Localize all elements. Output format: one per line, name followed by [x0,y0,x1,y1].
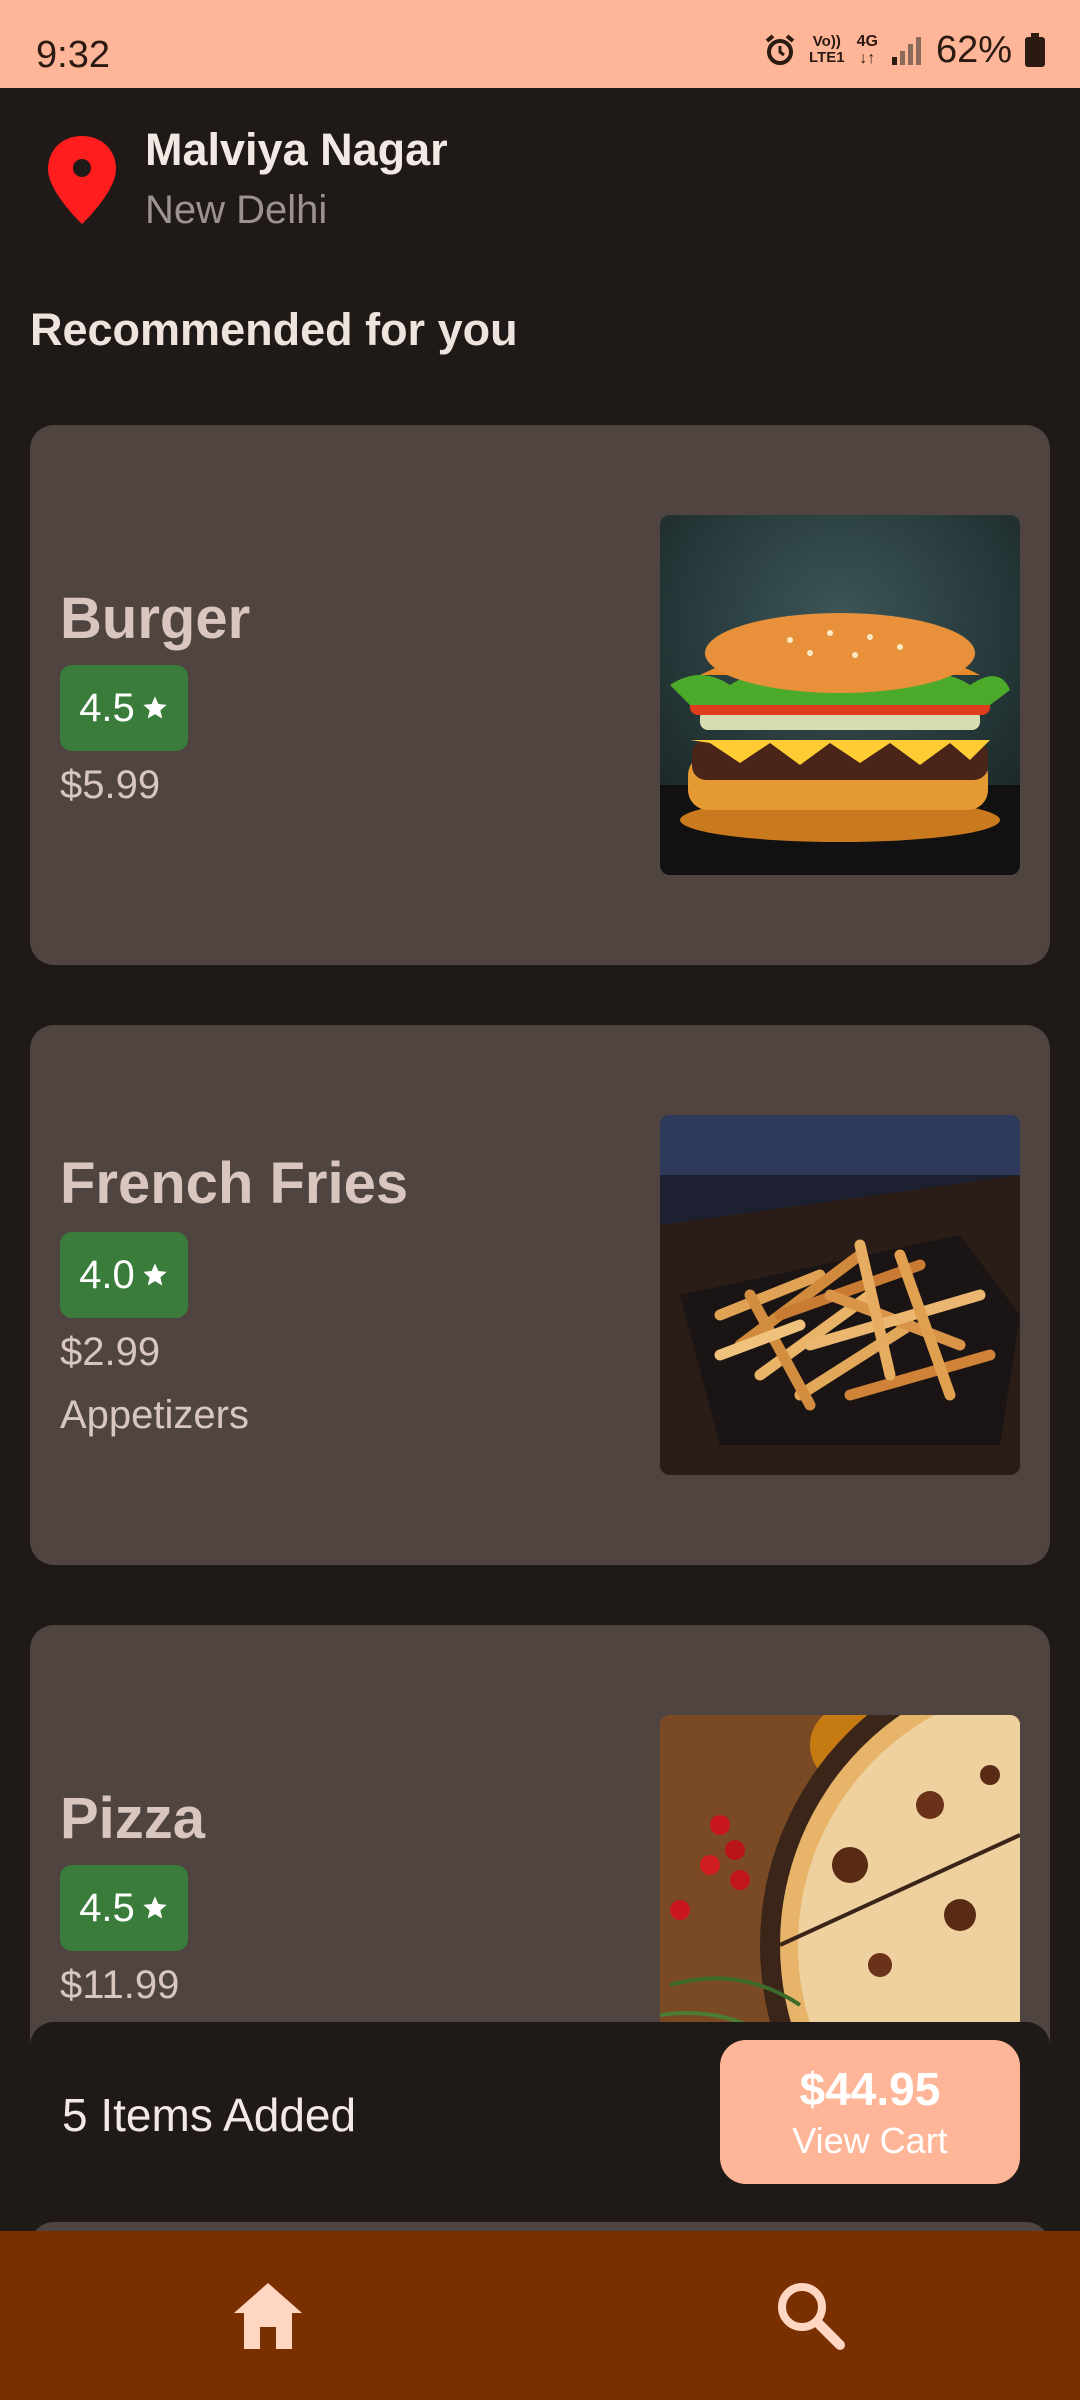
rating-badge: 4.0 [60,1232,188,1318]
bottom-nav [0,2231,1080,2400]
cart-items-count: 5 Items Added [62,2089,357,2141]
item-price: $2.99 [60,1330,161,1374]
home-icon[interactable] [230,2279,306,2351]
view-cart-label: View Cart [792,2120,948,2161]
rating-badge: 4.5 [60,1865,188,1951]
rating-value: 4.5 [79,685,135,730]
signal-icon [891,37,921,65]
view-cart-button[interactable]: $44.95 View Cart [720,2040,1020,2184]
battery-icon [1025,33,1045,67]
rating-value: 4.5 [79,1885,135,1930]
rating-value: 4.0 [79,1252,135,1297]
star-icon [143,1896,167,1919]
location-subtitle: New Delhi [145,188,328,232]
battery-percentage: 62% [935,28,1012,71]
star-icon [143,1263,167,1286]
food-card-french-fries[interactable]: French Fries 4.0 $2.99 Appetizers [30,1025,1050,1565]
status-icons: Vo)) LTE1 4G ↓↑ 62% [763,28,1046,71]
network-indicator: 4G ↓↑ [856,33,878,67]
status-time: 9:32 [36,34,110,76]
item-price: $5.99 [60,763,161,807]
item-name: French Fries [60,1151,409,1216]
search-icon[interactable] [774,2279,846,2351]
location-pin-icon[interactable] [44,134,120,226]
alarm-icon [765,34,795,65]
status-bar: 9:32 Vo)) LTE1 4G ↓↑ 62% [0,0,1080,88]
item-name: Burger [60,586,251,651]
cart-total: $44.95 [799,2063,941,2115]
volte-indicator: Vo)) LTE1 [809,33,845,66]
cart-bar: 5 Items Added $44.95 View Cart [30,2022,1050,2202]
section-title: Recommended for you [30,304,518,355]
french-fries-image [660,1115,1020,1475]
star-icon [143,696,167,719]
rating-badge: 4.5 [60,665,188,751]
item-price: $11.99 [60,1963,180,2007]
item-category: Appetizers [60,1393,249,1437]
pizza-image [660,1715,1020,2075]
location-title[interactable]: Malviya Nagar [145,124,448,176]
food-card-burger[interactable]: Burger 4.5 $5.99 [30,425,1050,965]
burger-image [660,515,1020,875]
item-name: Pizza [60,1786,206,1851]
